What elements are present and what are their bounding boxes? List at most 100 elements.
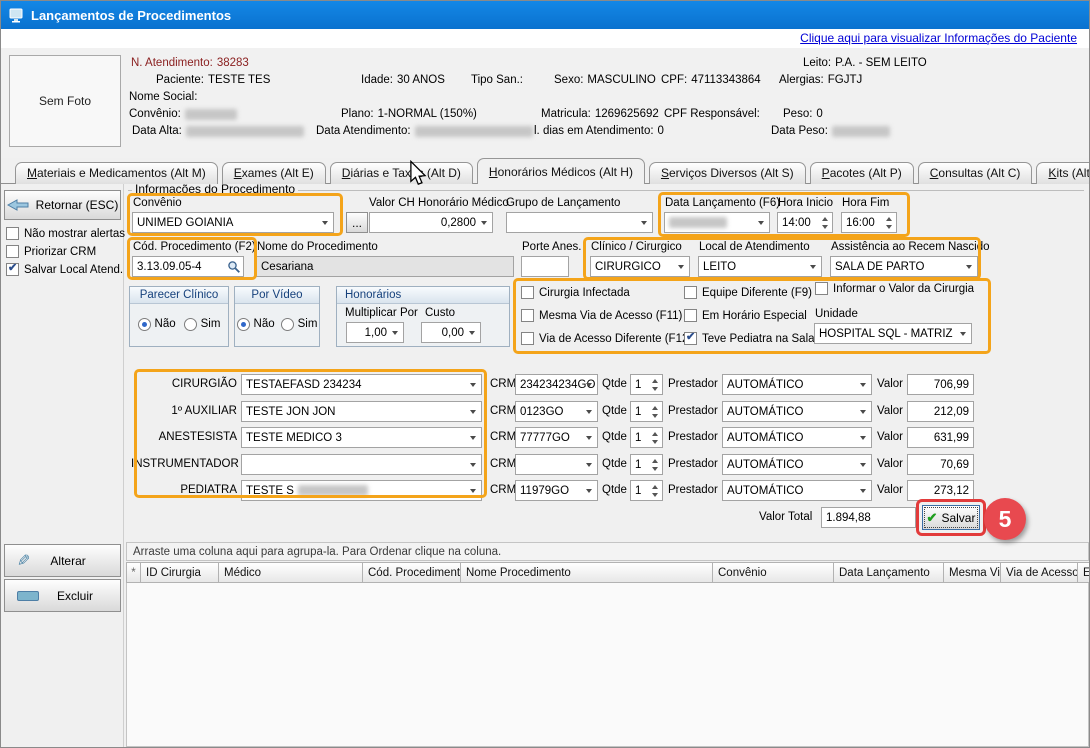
checkbox-via-diferente[interactable]: Via de Acesso Diferente (F12) [521,332,692,345]
multiplicar-combo[interactable]: 1,00 [346,322,404,343]
chevron-down-icon[interactable] [322,221,328,225]
spinner-down-icon[interactable] [652,414,658,418]
search-icon[interactable] [227,260,241,274]
patient-info-link[interactable]: Clique aqui para visualizar Informações … [800,31,1077,45]
spinner-up-icon[interactable] [652,406,658,410]
tab-kits[interactable]: Kits (Alt K) [1036,162,1090,184]
grid-col-via-de-acesso[interactable]: Via de Acesso [1001,562,1078,583]
hora-fim-spinner[interactable]: 16:00 [841,212,897,233]
retornar-button[interactable]: Retornar (ESC) [4,190,121,220]
chevron-down-icon[interactable] [810,265,816,269]
medico-combo[interactable]: TESTE MEDICO 3 [241,427,482,448]
chevron-down-icon[interactable] [470,410,476,414]
chevron-down-icon[interactable] [960,332,966,336]
qtde-spinner[interactable]: 1 [630,374,663,395]
spinner-up-icon[interactable] [652,485,658,489]
chevron-down-icon[interactable] [470,383,476,387]
crm-combo[interactable]: 0123GO [515,401,598,422]
chevron-down-icon[interactable] [860,463,866,467]
chevron-down-icon[interactable] [586,436,592,440]
excluir-button[interactable]: Excluir [4,579,121,612]
spinner-down-icon[interactable] [822,225,828,229]
radio-icon[interactable] [281,318,294,331]
chevron-down-icon[interactable] [966,265,972,269]
spinner-down-icon[interactable] [652,493,658,497]
grid-col-mesma-via[interactable]: Mesma Via ( [944,562,1001,583]
checkbox-box[interactable] [6,227,19,240]
radio-icon[interactable] [237,318,250,331]
alterar-button[interactable]: ✎ Alterar [4,544,121,577]
chevron-down-icon[interactable] [392,331,398,335]
spinner-down-icon[interactable] [886,225,892,229]
radio-parecer-nao[interactable]: Não [138,318,176,331]
valor-field[interactable]: 706,99 [907,374,974,395]
tab-diarias[interactable]: Diárias e Taxas (Alt D) [330,162,473,184]
valor-field[interactable]: 631,99 [907,427,974,448]
checkbox-box[interactable] [815,282,828,295]
convenio-combo[interactable]: UNIMED GOIANIA [132,212,334,233]
custo-combo[interactable]: 0,00 [421,322,481,343]
data-lancamento-combo[interactable] [664,212,770,233]
chevron-down-icon[interactable] [470,489,476,493]
unidade-combo[interactable]: HOSPITAL SQL - MATRIZ [814,323,972,344]
spinner-up-icon[interactable] [652,432,658,436]
chevron-down-icon[interactable] [860,410,866,414]
crm-combo[interactable]: 234234234GO [515,374,598,395]
hora-inicio-spinner[interactable]: 14:00 [777,212,833,233]
chevron-down-icon[interactable] [586,463,592,467]
grid-col-nome-procedimento[interactable]: Nome Procedimento [461,562,713,583]
checkbox-box[interactable] [521,286,534,299]
local-combo[interactable]: LEITO [698,256,822,277]
chevron-down-icon[interactable] [586,489,592,493]
grid-body[interactable] [126,583,1089,747]
cod-procedimento-field[interactable]: 3.13.09.05-4 [132,256,244,277]
grid-col-extra[interactable]: E [1078,562,1090,583]
chevron-down-icon[interactable] [470,436,476,440]
chevron-down-icon[interactable] [481,221,487,225]
tab-pacotes[interactable]: Pacotes (Alt P) [810,162,914,184]
radio-video-sim[interactable]: Sim [281,318,318,331]
radio-icon[interactable] [184,318,197,331]
checkbox-box[interactable] [684,309,697,322]
checkbox-box[interactable] [684,286,697,299]
tab-consultas[interactable]: Consultas (Alt C) [918,162,1033,184]
checkbox-box[interactable] [6,245,19,258]
browse-button[interactable]: ... [346,212,368,233]
grupo-combo[interactable] [506,212,653,233]
qtde-spinner[interactable]: 1 [630,401,663,422]
checkbox-box[interactable] [521,332,534,345]
grid-col-id-cirurgia[interactable]: ID Cirurgia [141,562,219,583]
checkbox-mesma-via[interactable]: Mesma Via de Acesso (F11) [521,309,682,322]
medico-combo[interactable]: TESTAEFASD 234234 [241,374,482,395]
porte-anes-field[interactable] [521,256,569,277]
radio-icon[interactable] [138,318,151,331]
tab-materiais[interactable]: Materiais e Medicamentos (Alt M) [15,162,218,184]
medico-combo[interactable] [241,454,482,475]
chevron-down-icon[interactable] [469,331,475,335]
grid-col-medico[interactable]: Médico [219,562,363,583]
grid-col-data-lancamento[interactable]: Data Lançamento [834,562,944,583]
grid-col-convenio[interactable]: Convênio [713,562,834,583]
chevron-down-icon[interactable] [470,463,476,467]
spinner-up-icon[interactable] [886,217,892,221]
qtde-spinner[interactable]: 1 [630,454,663,475]
grid-group-band[interactable]: Arraste uma coluna aqui para agrupa-la. … [126,542,1089,561]
checkbox-horario-especial[interactable]: Em Horário Especial [684,309,807,322]
crm-combo[interactable]: 11979GO [515,480,598,501]
checkbox-teve-pediatra[interactable]: ✔Teve Pediatra na Sala [684,332,815,345]
checkbox-box[interactable] [521,309,534,322]
checkbox-box[interactable]: ✔ [6,263,19,276]
crm-combo[interactable]: 77777GO [515,427,598,448]
assistencia-combo[interactable]: SALA DE PARTO [830,256,978,277]
prestador-combo[interactable]: AUTOMÁTICO [722,480,872,501]
crm-combo[interactable] [515,454,598,475]
checkbox-informar-valor[interactable]: Informar o Valor da Cirurgia [815,282,974,295]
spinner-up-icon[interactable] [822,217,828,221]
valor-field[interactable]: 273,12 [907,480,974,501]
checkbox-cirurgia-infectada[interactable]: Cirurgia Infectada [521,286,630,299]
medico-combo[interactable]: TESTE S [241,480,482,501]
spinner-up-icon[interactable] [652,379,658,383]
spinner-down-icon[interactable] [652,440,658,444]
chevron-down-icon[interactable] [860,489,866,493]
chevron-down-icon[interactable] [678,265,684,269]
